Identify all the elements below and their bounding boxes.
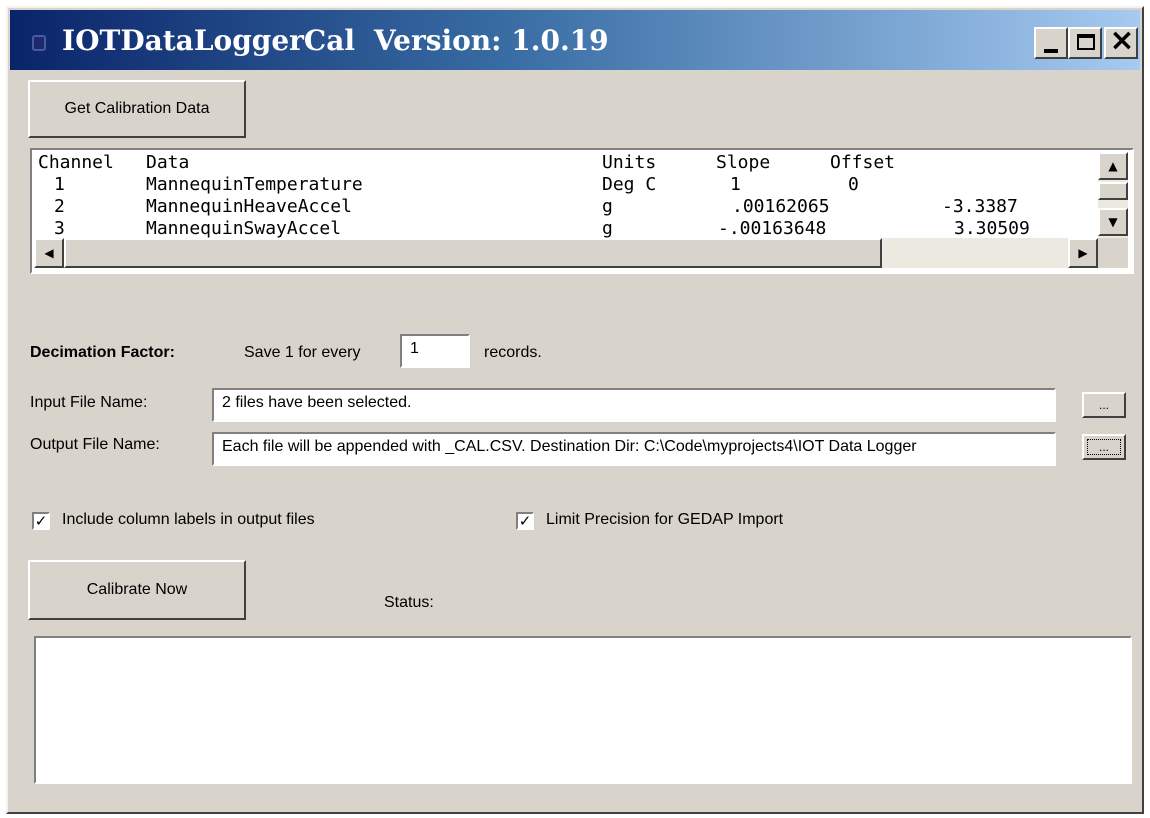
cell-units: g: [602, 196, 613, 217]
status-output-box[interactable]: [34, 636, 1132, 784]
cell-offset: 0: [848, 174, 859, 195]
list-header: Channel Data Units Slope Offset: [38, 152, 1098, 174]
cell-units: g: [602, 218, 613, 238]
horizontal-scrollbar[interactable]: ◀ ▶: [34, 238, 1098, 268]
limit-precision-checkbox[interactable]: ✓: [516, 512, 534, 530]
include-labels-checkbox[interactable]: ✓: [32, 512, 50, 530]
minimize-icon: [1044, 49, 1058, 53]
cell-offset: 3.30509: [954, 218, 1030, 238]
cell-slope: 1: [730, 174, 741, 195]
vertical-scrollbar[interactable]: ▲ ▼: [1098, 152, 1128, 238]
title-bar[interactable]: IOTDataLoggerCal Version: 1.0.19 ×: [10, 10, 1140, 70]
output-file-label: Output File Name:: [30, 436, 160, 453]
list-item[interactable]: 2 MannequinHeaveAccel g .00162065 -3.338…: [38, 196, 1098, 218]
header-data: Data: [146, 152, 190, 173]
cell-units: Deg C: [602, 174, 657, 195]
output-file-field[interactable]: Each file will be appended with _CAL.CSV…: [212, 432, 1056, 466]
calibration-list[interactable]: Channel Data Units Slope Offset 1 Manneq…: [30, 148, 1134, 274]
scroll-right-button[interactable]: ▶: [1068, 238, 1098, 268]
cell-channel: 1: [54, 174, 65, 195]
calibration-list-content: Channel Data Units Slope Offset 1 Manneq…: [38, 152, 1098, 238]
limit-precision-label[interactable]: Limit Precision for GEDAP Import: [546, 511, 783, 529]
include-labels-label[interactable]: Include column labels in output files: [62, 511, 315, 529]
vertical-scroll-thumb[interactable]: [1098, 182, 1128, 200]
horizontal-scroll-thumb[interactable]: [64, 238, 882, 268]
calibrate-now-button[interactable]: Calibrate Now: [28, 560, 246, 620]
cell-data: MannequinTemperature: [146, 174, 363, 195]
input-file-label: Input File Name:: [30, 394, 148, 411]
header-slope: Slope: [716, 152, 771, 173]
status-label: Status:: [384, 594, 434, 611]
minimize-button[interactable]: [1034, 27, 1068, 59]
version-label: Version: 1.0.19: [374, 24, 609, 57]
window-title: IOTDataLoggerCal: [62, 24, 355, 57]
input-file-field[interactable]: 2 files have been selected.: [212, 388, 1056, 422]
header-offset: Offset: [830, 152, 896, 173]
status-text: [36, 638, 1130, 650]
maximize-icon: [1077, 34, 1095, 50]
app-window: IOTDataLoggerCal Version: 1.0.19 × Get C…: [6, 6, 1144, 814]
cell-channel: 3: [54, 218, 65, 238]
decimation-factor-input[interactable]: 1: [400, 334, 470, 368]
scroll-left-button[interactable]: ◀: [34, 238, 64, 268]
cell-slope: .00162065: [732, 196, 830, 217]
decimation-prefix-label: Save 1 for every: [244, 344, 361, 361]
input-file-browse-button[interactable]: ...: [1082, 392, 1126, 418]
maximize-button[interactable]: [1068, 27, 1102, 59]
arrow-right-icon: ▶: [1078, 246, 1088, 260]
cell-slope: -.00163648: [718, 218, 827, 238]
list-item[interactable]: 1 MannequinTemperature Deg C 1 0: [38, 174, 1098, 196]
arrow-down-icon: ▼: [1108, 215, 1118, 229]
list-item[interactable]: 3 MannequinSwayAccel g -.00163648 3.3050…: [38, 218, 1098, 238]
header-units: Units: [602, 152, 657, 173]
header-channel: Channel: [38, 152, 114, 173]
close-icon: ×: [1109, 23, 1135, 58]
cell-data: MannequinSwayAccel: [146, 218, 342, 238]
decimation-factor-label: Decimation Factor:: [30, 344, 175, 361]
cell-channel: 2: [54, 196, 65, 217]
app-icon[interactable]: [32, 35, 46, 51]
scroll-down-button[interactable]: ▼: [1098, 208, 1128, 236]
arrow-up-icon: ▲: [1108, 159, 1118, 173]
output-file-browse-button[interactable]: ...: [1082, 434, 1126, 460]
get-calibration-data-button[interactable]: Get Calibration Data: [28, 80, 246, 138]
arrow-left-icon: ◀: [44, 246, 54, 260]
scrollbar-corner: [1098, 238, 1128, 268]
scroll-up-button[interactable]: ▲: [1098, 152, 1128, 180]
cell-offset: -3.3387: [942, 196, 1018, 217]
decimation-suffix-label: records.: [484, 344, 542, 361]
cell-data: MannequinHeaveAccel: [146, 196, 352, 217]
close-button[interactable]: ×: [1104, 23, 1138, 59]
